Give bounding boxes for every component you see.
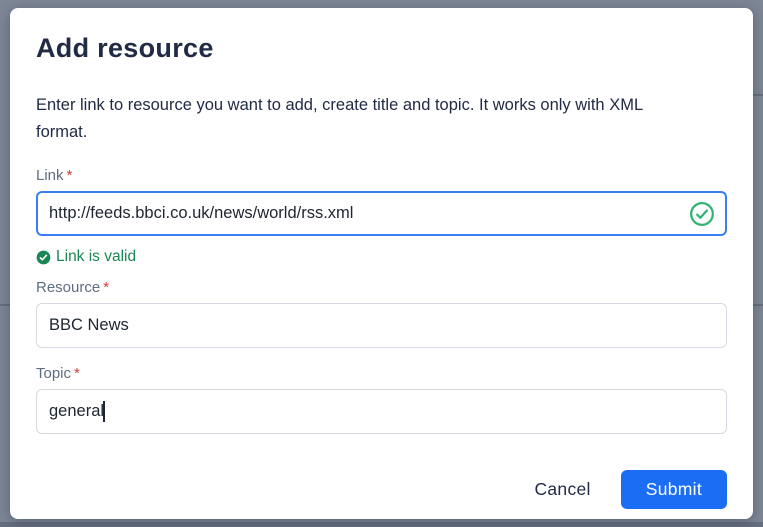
- link-label: Link*: [36, 166, 727, 186]
- required-asterisk: *: [67, 167, 73, 184]
- link-valid-message: Link is valid: [36, 248, 727, 266]
- resource-label: Resource*: [36, 278, 727, 298]
- success-check-icon: [36, 250, 51, 265]
- link-label-text: Link: [36, 167, 64, 184]
- modal-footer: Cancel Submit: [36, 470, 727, 509]
- add-resource-modal: Add resource Enter link to resource you …: [10, 8, 753, 519]
- link-valid-text: Link is valid: [56, 248, 136, 266]
- background-bottom-edge: [0, 522, 763, 527]
- modal-title: Add resource: [36, 30, 727, 66]
- text-caret: [103, 401, 105, 422]
- link-input[interactable]: [36, 191, 727, 236]
- topic-input[interactable]: [36, 389, 727, 434]
- topic-input-wrapper: [36, 389, 727, 434]
- resource-input[interactable]: [36, 303, 727, 348]
- resource-input-wrapper: [36, 303, 727, 348]
- required-asterisk: *: [103, 279, 109, 296]
- submit-button[interactable]: Submit: [621, 470, 727, 509]
- resource-label-text: Resource: [36, 279, 100, 296]
- modal-description: Enter link to resource you want to add, …: [36, 92, 681, 146]
- valid-check-icon: [689, 201, 715, 227]
- required-asterisk: *: [74, 365, 80, 382]
- link-input-wrapper: [36, 191, 727, 236]
- topic-label: Topic*: [36, 364, 727, 384]
- cancel-button[interactable]: Cancel: [534, 479, 590, 500]
- topic-label-text: Topic: [36, 365, 71, 382]
